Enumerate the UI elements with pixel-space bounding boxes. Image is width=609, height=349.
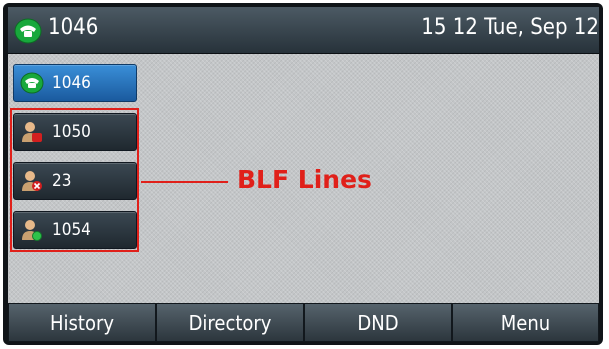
phone-handset-icon: [20, 72, 44, 94]
phone-screen: 1046 15 12 Tue, Sep 12 1046 1050 23 1054…: [8, 7, 599, 342]
softkey-directory[interactable]: Directory: [156, 303, 304, 342]
softkey-bar: History Directory DND Menu: [8, 303, 599, 342]
line-key-1046[interactable]: 1046: [13, 64, 137, 102]
phone-display-frame: 1046 15 12 Tue, Sep 12 1046 1050 23 1054…: [3, 3, 603, 345]
softkey-history[interactable]: History: [8, 303, 156, 342]
status-bar: 1046 15 12 Tue, Sep 12: [8, 7, 599, 53]
status-extension: 1046: [48, 15, 99, 40]
softkey-menu[interactable]: Menu: [452, 303, 599, 342]
phone-handset-icon: [14, 18, 42, 44]
blf-lines-callout: BLF Lines: [237, 165, 372, 194]
callout-line: [141, 181, 228, 183]
line-key-label: 1046: [52, 73, 91, 93]
status-datetime: 15 12 Tue, Sep 12: [421, 15, 599, 40]
blf-highlight-box: [10, 108, 139, 252]
softkey-dnd[interactable]: DND: [304, 303, 452, 342]
